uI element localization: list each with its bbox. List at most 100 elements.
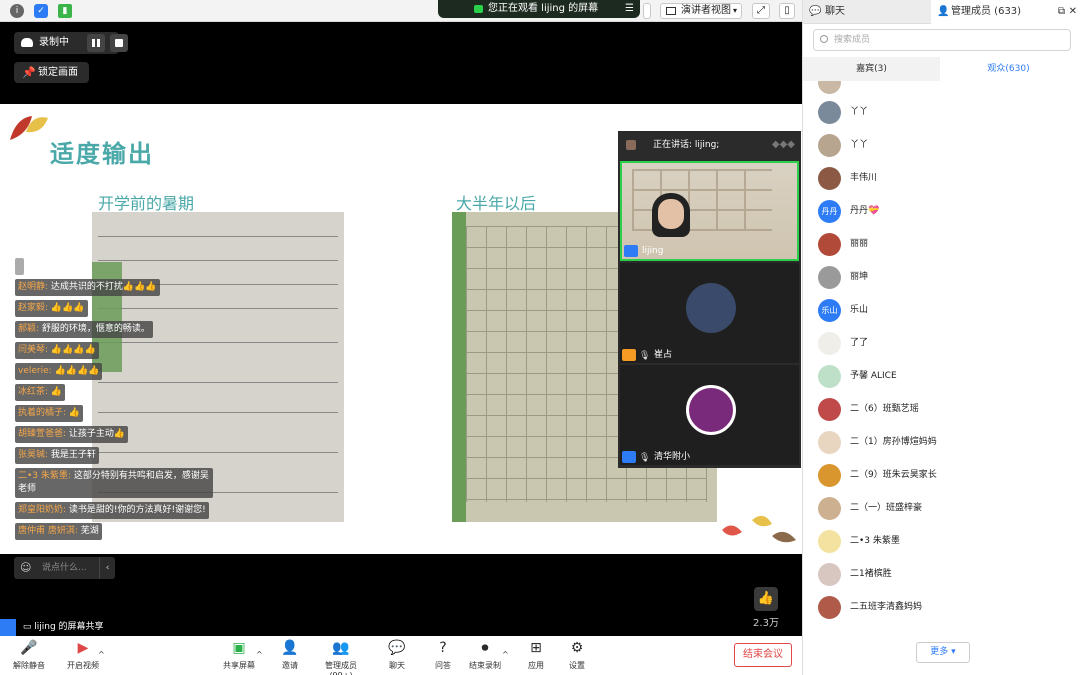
list-item[interactable]: 予馨 ALICE: [818, 365, 1073, 389]
video-gallery: 正在讲话: lijing; ◆◆◆ lijing 崔占 🎙 清华附小 🎙: [618, 131, 801, 468]
fullscreen-button[interactable]: ⤢: [752, 3, 770, 19]
chat-message: [15, 258, 24, 275]
video-options-chevron[interactable]: ^: [98, 650, 105, 659]
list-item[interactable]: 二（一）班盛梓豪: [818, 497, 1073, 521]
sidebar-toggle-button[interactable]: ▯: [779, 3, 795, 19]
list-item[interactable]: 二•3 朱紫墨: [818, 530, 1073, 554]
gear-icon: ⚙: [570, 640, 584, 656]
popout-icon[interactable]: ⧉: [1058, 0, 1065, 24]
members-panel: 💬 聊天 👤 管理成员 (633) ⧉ ✕ 搜索成员 嘉宾(3) 观众(630)…: [802, 0, 1080, 675]
like-button[interactable]: 👍: [754, 587, 778, 611]
member-name: 了了: [850, 338, 869, 348]
member-name: 二五班李清鑫妈妈: [850, 602, 923, 612]
member-name: 乐山: [850, 305, 869, 315]
member-name: 二（6）班甄艺瑶: [850, 404, 919, 414]
close-icon[interactable]: ✕: [1069, 0, 1077, 24]
avatar: [818, 563, 841, 586]
record-options-chevron[interactable]: ^: [502, 650, 509, 659]
tab-chat[interactable]: 💬 聊天: [803, 0, 931, 24]
unmute-button[interactable]: 🎤 解除静音: [12, 638, 46, 671]
stop-recording-button[interactable]: [110, 34, 128, 52]
share-screen-label: 共享屏幕: [223, 661, 255, 670]
list-item[interactable]: 二五班李清鑫妈妈: [818, 596, 1073, 620]
manage-members-button[interactable]: 👥 管理成员(99+): [315, 638, 367, 675]
search-icon: [820, 35, 828, 43]
mic-icon: [624, 245, 638, 257]
pin-icon: 📌: [22, 66, 36, 79]
member-name: 丰伟川: [850, 173, 878, 183]
start-video-label: 开启视频: [67, 661, 99, 670]
viewing-banner: 您正在观看 lijing 的屏幕 ☰: [438, 0, 640, 18]
member-name: 二（9）班朱云昊家长: [850, 470, 937, 480]
avatar-badge-icon: [622, 451, 636, 463]
share-options-chevron[interactable]: ^: [256, 650, 263, 659]
slide-title: 适度输出: [50, 140, 154, 168]
avatar: [818, 266, 841, 289]
apps-button[interactable]: ⊞ 应用: [525, 638, 547, 671]
gallery-view-icon[interactable]: ◆◆◆: [772, 131, 795, 159]
list-item[interactable]: 丫丫: [818, 134, 1073, 158]
list-item[interactable]: 丫丫: [818, 101, 1073, 125]
search-placeholder: 搜索成员: [834, 35, 871, 45]
invite-label: 邀请: [282, 661, 298, 670]
banner-menu-icon[interactable]: ☰: [625, 0, 634, 18]
share-screen-button[interactable]: ▣ 共享屏幕: [222, 638, 256, 671]
pause-recording-button[interactable]: [87, 34, 105, 52]
tab-chat-label: 聊天: [825, 6, 845, 17]
tab-members[interactable]: 👤 管理成员 (633) ⧉ ✕: [931, 0, 1080, 24]
list-item[interactable]: 二（9）班朱云昊家长: [818, 464, 1073, 488]
layout-icon: [666, 7, 676, 15]
invite-button[interactable]: 👤 邀请: [278, 638, 302, 671]
screen-icon: ▭: [22, 622, 32, 632]
gallery-header: 正在讲话: lijing; ◆◆◆: [618, 131, 801, 159]
video-tile[interactable]: 崔占 🎙: [620, 263, 799, 363]
avatar: [818, 332, 841, 355]
lock-screen-button[interactable]: 📌 锁定画面: [14, 62, 89, 83]
list-item[interactable]: 二（1）房孙博煊妈妈: [818, 431, 1073, 455]
video-tile[interactable]: 清华附小 🎙: [620, 365, 799, 465]
signal-icon[interactable]: ▮: [58, 4, 72, 18]
settings-button[interactable]: ⚙ 设置: [566, 638, 588, 671]
more-button[interactable]: 更多 ▾: [916, 642, 970, 663]
info-icon[interactable]: i: [10, 4, 24, 18]
member-search-input[interactable]: 搜索成员: [813, 29, 1071, 51]
member-name: 丽坤: [850, 272, 869, 282]
view-option-button[interactable]: [643, 3, 651, 19]
avatar-badge-icon: [622, 349, 636, 361]
mic-muted-icon: 🎙: [639, 453, 651, 463]
chat-input[interactable]: ☺ 说点什么... ‹: [14, 557, 115, 579]
tab-audience[interactable]: 观众(630): [940, 57, 1077, 81]
member-subtabs: 嘉宾(3) 观众(630): [803, 57, 1080, 81]
tab-guests[interactable]: 嘉宾(3): [803, 57, 940, 81]
list-item[interactable]: 了了: [818, 332, 1073, 356]
emoji-icon[interactable]: ☺: [20, 557, 31, 579]
chat-button[interactable]: 💬 聊天: [386, 638, 408, 671]
chat-message: 执着的橘子: 👍: [15, 405, 84, 422]
presenter-view-dropdown[interactable]: 演讲者视图 ▾: [660, 3, 742, 19]
list-item[interactable]: 丰伟川: [818, 167, 1073, 191]
end-meeting-button[interactable]: 结束会议: [734, 643, 792, 667]
qa-button[interactable]: ? 问答: [432, 638, 454, 671]
qa-label: 问答: [435, 661, 451, 670]
member-name: 二•3 朱紫墨: [850, 536, 900, 546]
list-item[interactable]: 乐山 乐山: [818, 299, 1073, 323]
presenter-view-label: 演讲者视图: [681, 5, 731, 16]
start-video-button[interactable]: ▶ 开启视频: [66, 638, 100, 671]
video-tile[interactable]: lijing: [620, 161, 799, 261]
list-item[interactable]: 丹丹 丹丹💝: [818, 200, 1073, 224]
list-item[interactable]: 二（6）班甄艺瑶: [818, 398, 1073, 422]
member-name: 丹丹💝: [850, 206, 880, 216]
list-item[interactable]: 二1褚槟胜: [818, 563, 1073, 587]
mic-muted-icon: 🎙: [639, 351, 651, 361]
cloud-icon: [21, 38, 33, 47]
chat-message: 唐仲甫 唐妍淇: 芜湖: [15, 523, 102, 540]
end-recording-button[interactable]: ⏺ 结束录制: [468, 638, 502, 671]
shield-icon[interactable]: ✓: [34, 4, 48, 18]
recording-indicator: 录制中: [14, 32, 128, 54]
participant-name: 崔占: [654, 350, 673, 360]
sidebar-icon: ▯: [784, 5, 790, 16]
list-item[interactable]: 丽丽: [818, 233, 1073, 257]
list-item[interactable]: 丽坤: [818, 266, 1073, 290]
collapse-chat-icon[interactable]: ‹: [99, 557, 115, 579]
list-item[interactable]: [818, 81, 1073, 95]
